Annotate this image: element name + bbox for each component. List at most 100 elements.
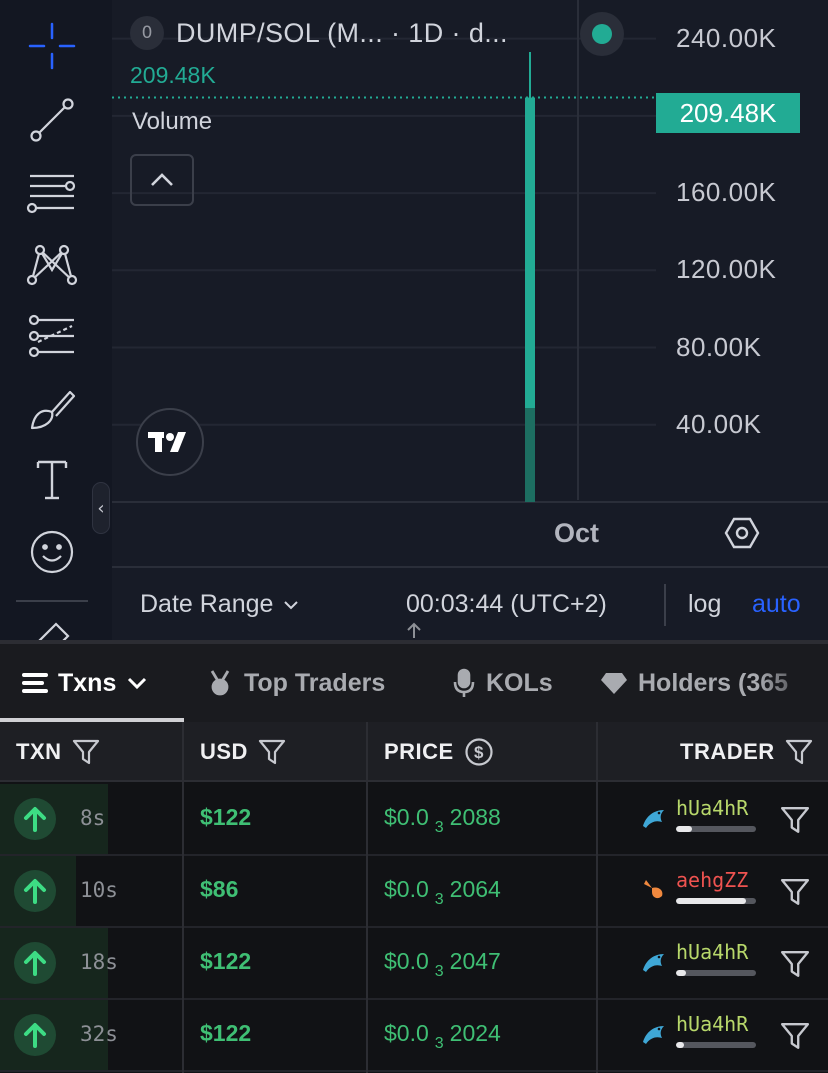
chart-settings-icon[interactable]	[724, 515, 760, 551]
price-prefix: $0.0	[384, 876, 429, 902]
buy-arrow-icon	[14, 1014, 56, 1056]
price-chart[interactable]: 0 DUMP/SOL (M... · 1D · d... 209.48K Vol…	[112, 0, 828, 640]
filter-trader-icon[interactable]	[780, 805, 810, 835]
trend-line-tool-icon[interactable]	[22, 90, 82, 150]
header-label: USD	[200, 739, 248, 764]
table-row[interactable]: 8s $122 $0.0 3 2088 hUa4hR	[0, 784, 828, 856]
buy-arrow-icon	[14, 870, 56, 912]
tab-kols[interactable]: KOLs	[452, 644, 553, 722]
header-price[interactable]: PRICE $	[384, 722, 494, 782]
price-zero-count: 3	[434, 1035, 444, 1052]
price-digits: 2047	[449, 948, 501, 974]
shrimp-icon	[644, 880, 663, 899]
footer-divider	[664, 584, 666, 626]
txn-age: 32s	[80, 1022, 118, 1046]
transactions-table: TXN USD PRICE $ TRADER 8s $122 $0.0 3 2088 hU…	[0, 722, 828, 1073]
text-tool-icon[interactable]	[22, 450, 82, 510]
header-label: TRADER	[680, 739, 775, 764]
timezone-clock[interactable]: 00:03:44 (UTC+2)	[406, 590, 607, 619]
trader-balance-bar	[676, 826, 756, 832]
filter-trader-icon[interactable]	[780, 877, 810, 907]
txn-age: 10s	[80, 878, 118, 902]
column-divider	[366, 722, 368, 1073]
log-scale-toggle[interactable]: log	[688, 590, 721, 619]
volume-bars	[525, 52, 535, 502]
tab-label: Top Traders	[244, 668, 386, 697]
brush-tool-icon[interactable]	[22, 378, 82, 438]
tab-label: Txns	[58, 668, 117, 697]
table-row[interactable]: 18s $122 $0.0 3 2047 hUa4hR	[0, 928, 828, 1000]
crosshair-tool-icon[interactable]	[22, 16, 82, 76]
txn-age: 8s	[80, 806, 106, 830]
trader-balance-fill	[676, 970, 686, 976]
trader-name[interactable]: hUa4hR	[676, 940, 748, 964]
pattern-tool-icon[interactable]	[22, 234, 82, 294]
chart-legend[interactable]: 0 DUMP/SOL (M... · 1D · d...	[130, 16, 508, 50]
chart-footer: Date Range 00:03:44 (UTC+2) log auto	[112, 566, 828, 640]
filter-trader-icon[interactable]	[780, 949, 810, 979]
list-icon	[22, 673, 48, 693]
auto-scale-toggle[interactable]: auto	[752, 590, 801, 619]
y-tick-label: 160.00K	[676, 177, 777, 208]
dolphin-icon	[643, 810, 664, 828]
filter-icon[interactable]	[258, 739, 286, 765]
table-header: TXN USD PRICE $ TRADER	[0, 722, 828, 782]
txn-age: 18s	[80, 950, 118, 974]
tab-top-traders[interactable]: Top Traders	[206, 644, 385, 722]
chart-grid	[112, 37, 656, 426]
y-tick-label: 120.00K	[676, 254, 777, 285]
filter-icon[interactable]	[785, 739, 813, 765]
trader-cell[interactable]: hUa4hR	[640, 938, 760, 990]
market-status[interactable]	[580, 12, 624, 56]
microphone-icon	[453, 668, 475, 697]
dolphin-icon	[643, 1026, 664, 1044]
trader-balance-fill	[676, 826, 692, 832]
txn-usd: $122	[200, 804, 252, 830]
tab-txns[interactable]: Txns	[22, 644, 148, 722]
filter-icon[interactable]	[72, 739, 100, 765]
trader-balance-bar	[676, 1042, 756, 1048]
table-row[interactable]: 10s $86 $0.0 3 2064 aehgZZ	[0, 856, 828, 928]
legend-badge: 0	[130, 16, 164, 50]
volume-bar[interactable]	[525, 97, 535, 408]
price-prefix: $0.0	[384, 1020, 429, 1046]
trader-name[interactable]: hUa4hR	[676, 796, 748, 820]
eraser-tool-icon[interactable]	[22, 612, 82, 640]
trader-name[interactable]: aehgZZ	[676, 868, 748, 892]
price-prefix: $0.0	[384, 804, 429, 830]
txn-usd: $122	[200, 1020, 252, 1046]
trader-balance-bar	[676, 970, 756, 976]
emoji-tool-icon[interactable]	[22, 522, 82, 582]
header-trader[interactable]: TRADER	[680, 722, 813, 782]
trader-cell[interactable]: aehgZZ	[640, 866, 760, 918]
txn-usd: $122	[200, 948, 252, 974]
header-usd[interactable]: USD	[200, 722, 286, 782]
tabs-overflow-fade	[758, 644, 828, 722]
buy-arrow-icon	[14, 942, 56, 984]
time-axis-label: Oct	[554, 518, 600, 548]
trader-cell[interactable]: hUa4hR	[640, 794, 760, 846]
toolbar-divider	[16, 600, 88, 602]
date-range-button[interactable]: Date Range	[140, 590, 299, 619]
toolbar-collapse-handle[interactable]: ‹	[92, 482, 110, 534]
y-tick-label: 240.00K	[676, 22, 777, 53]
price-prefix: $0.0	[384, 948, 429, 974]
trader-cell[interactable]: hUa4hR	[640, 1010, 760, 1062]
forecast-tool-icon[interactable]	[22, 306, 82, 366]
tradingview-logo-icon[interactable]	[136, 408, 204, 476]
trader-name[interactable]: hUa4hR	[676, 1012, 748, 1036]
fib-retracement-tool-icon[interactable]	[22, 162, 82, 222]
filter-trader-icon[interactable]	[780, 1021, 810, 1051]
symbol-title[interactable]: DUMP/SOL (M... · 1D · d...	[176, 18, 508, 49]
header-label: PRICE	[384, 739, 454, 764]
collapse-legend-button[interactable]	[130, 154, 194, 206]
volume-bar-base	[525, 408, 535, 502]
column-divider	[596, 722, 598, 1073]
currency-toggle-icon[interactable]: $	[464, 737, 494, 767]
volume-study-label[interactable]: Volume	[132, 108, 212, 136]
header-txn[interactable]: TXN	[16, 722, 100, 782]
table-row[interactable]: 32s $122 $0.0 3 2024 hUa4hR	[0, 1000, 828, 1072]
trader-balance-fill	[676, 898, 747, 904]
trader-balance-fill	[676, 1042, 684, 1048]
price-digits: 2064	[449, 876, 501, 902]
